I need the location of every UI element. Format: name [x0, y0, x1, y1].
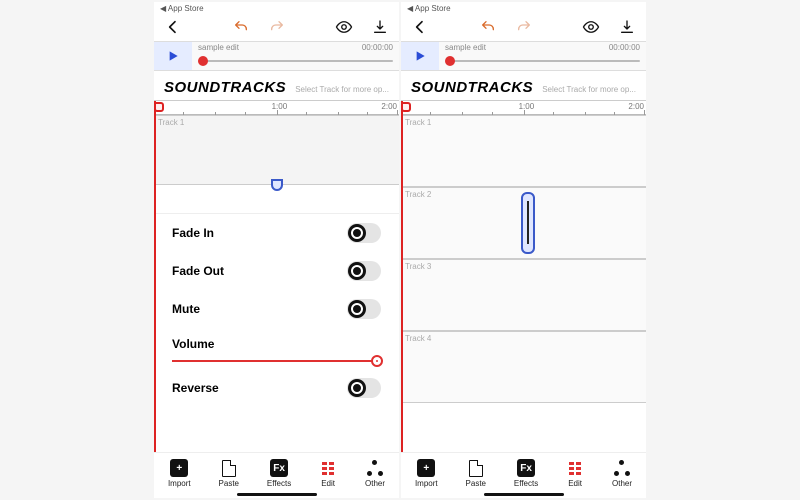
tab-other[interactable]: Other: [365, 459, 385, 488]
playhead[interactable]: [401, 101, 403, 452]
timeline: 1:00 2:00 Track 1 Track 2 Track 3 Track …: [401, 100, 646, 452]
song-name: sample edit: [198, 43, 239, 52]
song-bar: sample edit 00:00:00: [401, 41, 646, 71]
tab-edit[interactable]: Edit: [566, 459, 584, 488]
status-back-to-appstore[interactable]: ◀ App Store: [401, 2, 646, 15]
edit-icon: [566, 459, 584, 477]
volume-knob[interactable]: [371, 355, 383, 367]
track-sep: [154, 185, 399, 205]
redo-button[interactable]: [515, 18, 533, 36]
play-button[interactable]: [154, 42, 192, 70]
track-row-2[interactable]: Track 2: [401, 187, 646, 259]
song-progress-knob[interactable]: [198, 56, 208, 66]
mute-toggle[interactable]: [347, 299, 381, 319]
fx-icon: Fx: [270, 459, 288, 477]
other-icon: [366, 459, 384, 477]
track-row-3[interactable]: Track 3: [401, 259, 646, 331]
section-title: SOUNDTRACKS: [411, 79, 533, 96]
section-header: SOUNDTRACKS Select Track for more op...: [154, 71, 399, 100]
section-header: SOUNDTRACKS Select Track for more op...: [401, 71, 646, 100]
screen-tracks-view: ◀ App Store sample edit 00:00:00 SOUNDTR…: [401, 2, 646, 498]
paste-icon: [220, 459, 238, 477]
toolbar: [401, 15, 646, 41]
track-label: Track 4: [405, 334, 431, 343]
song-time: 00:00:00: [609, 43, 640, 52]
track-row-4[interactable]: Track 4: [401, 331, 646, 403]
tab-edit[interactable]: Edit: [319, 459, 337, 488]
tab-effects[interactable]: FxEffects: [267, 459, 291, 488]
home-indicator: [484, 493, 564, 496]
playhead[interactable]: [154, 101, 156, 452]
track-label: Track 1: [158, 118, 184, 127]
fade-out-toggle[interactable]: [347, 261, 381, 281]
track-label: Track 3: [405, 262, 431, 271]
timeline: 1:00 2:00 Track 1 Fade In Fade Out: [154, 100, 399, 452]
tab-import[interactable]: +Import: [168, 459, 191, 488]
song-progress-knob[interactable]: [445, 56, 455, 66]
screen-edit-panel: ◀ App Store sample edit 00:00:00 SOUNDTR…: [154, 2, 399, 498]
bottom-tabs: +Import Paste FxEffects Edit Other: [154, 452, 399, 490]
fade-in-row: Fade In: [154, 214, 399, 252]
home-indicator: [237, 493, 317, 496]
section-hint: Select Track for more op...: [542, 85, 636, 94]
song-time: 00:00:00: [362, 43, 393, 52]
tab-paste[interactable]: Paste: [466, 459, 486, 488]
track-label: Track 1: [405, 118, 431, 127]
download-button[interactable]: [618, 18, 636, 36]
other-icon: [613, 459, 631, 477]
audio-clip[interactable]: [521, 192, 535, 254]
fade-in-label: Fade In: [172, 226, 214, 240]
volume-slider[interactable]: [154, 353, 399, 369]
section-title: SOUNDTRACKS: [164, 79, 286, 96]
status-back-to-appstore[interactable]: ◀ App Store: [154, 2, 399, 15]
mute-label: Mute: [172, 302, 200, 316]
fx-icon: Fx: [517, 459, 535, 477]
redo-button[interactable]: [268, 18, 286, 36]
back-button[interactable]: [164, 18, 182, 36]
play-button[interactable]: [401, 42, 439, 70]
time-ruler[interactable]: 1:00 2:00: [154, 101, 399, 115]
fade-out-row: Fade Out: [154, 252, 399, 290]
section-hint: Select Track for more op...: [295, 85, 389, 94]
plus-icon: +: [417, 459, 435, 477]
reverse-row: Reverse: [154, 369, 399, 407]
clip-handle[interactable]: [271, 179, 283, 191]
time-ruler[interactable]: 1:00 2:00: [401, 101, 646, 115]
preview-button[interactable]: [335, 18, 353, 36]
ruler-tick-2: 2:00: [628, 102, 644, 111]
tab-paste[interactable]: Paste: [219, 459, 239, 488]
edit-icon: [319, 459, 337, 477]
fade-out-label: Fade Out: [172, 264, 224, 278]
tab-import[interactable]: +Import: [415, 459, 438, 488]
song-progress[interactable]: sample edit 00:00:00: [439, 42, 646, 70]
fade-in-toggle[interactable]: [347, 223, 381, 243]
plus-icon: +: [170, 459, 188, 477]
volume-row: Volume: [154, 328, 399, 353]
volume-label: Volume: [172, 337, 214, 351]
mute-row: Mute: [154, 290, 399, 328]
reverse-label: Reverse: [172, 381, 219, 395]
ruler-tick-1: 1:00: [272, 102, 288, 111]
edit-panel: Fade In Fade Out Mute Volume Reverse: [154, 213, 399, 452]
ruler-tick-1: 1:00: [519, 102, 535, 111]
paste-icon: [467, 459, 485, 477]
tab-other[interactable]: Other: [612, 459, 632, 488]
undo-button[interactable]: [479, 18, 497, 36]
bottom-tabs: +Import Paste FxEffects Edit Other: [401, 452, 646, 490]
song-progress[interactable]: sample edit 00:00:00: [192, 42, 399, 70]
song-name: sample edit: [445, 43, 486, 52]
waveform-icon: [525, 196, 531, 250]
track-row-1[interactable]: Track 1: [401, 115, 646, 187]
song-bar: sample edit 00:00:00: [154, 41, 399, 71]
toolbar: [154, 15, 399, 41]
track-label: Track 2: [405, 190, 431, 199]
preview-button[interactable]: [582, 18, 600, 36]
reverse-toggle[interactable]: [347, 378, 381, 398]
download-button[interactable]: [371, 18, 389, 36]
ruler-tick-2: 2:00: [381, 102, 397, 111]
undo-button[interactable]: [232, 18, 250, 36]
track-row-1[interactable]: Track 1: [154, 115, 399, 185]
tab-effects[interactable]: FxEffects: [514, 459, 538, 488]
back-button[interactable]: [411, 18, 429, 36]
